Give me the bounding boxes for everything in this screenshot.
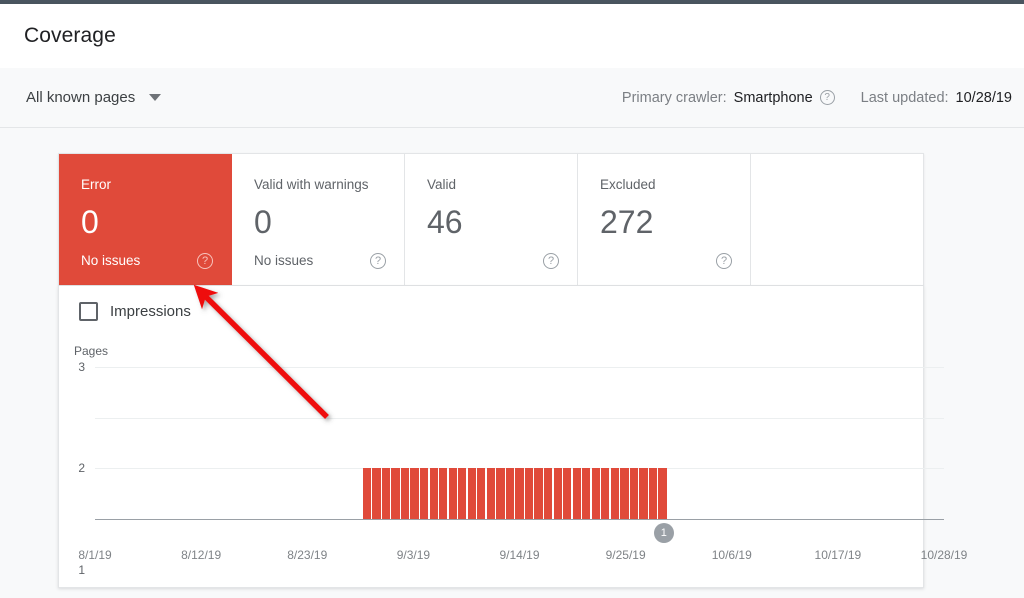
x-axis-tick-label: 8/23/19 xyxy=(287,548,328,562)
x-axis-tick-label: 10/17/19 xyxy=(814,548,862,562)
x-axis-ticks: 8/1/19 8/12/19 8/23/19 9/3/19 9/14/19 9/25/19… xyxy=(78,548,967,564)
chart-bar[interactable] xyxy=(420,468,429,519)
status-card-value: 272 xyxy=(600,203,654,240)
chart-bar[interactable] xyxy=(544,468,553,519)
chart-bar-series xyxy=(95,367,944,519)
chart-bar[interactable] xyxy=(620,468,629,519)
chart-bar[interactable] xyxy=(362,468,371,519)
chart-bar[interactable] xyxy=(458,468,467,519)
chart-plot-area: 0 1 2 3 xyxy=(78,360,944,577)
chart-bar[interactable] xyxy=(534,468,543,519)
chart-bar[interactable] xyxy=(524,468,534,519)
chart-bar[interactable] xyxy=(410,468,419,519)
status-card-label: Valid xyxy=(427,177,457,192)
toolbar-meta-group: Primary crawler: Smartphone ? Last updat… xyxy=(622,90,1012,106)
report-toolbar: All known pages Primary crawler: Smartph… xyxy=(0,68,1024,128)
last-updated-value: 10/28/19 xyxy=(955,89,1012,106)
help-circle-icon[interactable]: ? xyxy=(716,253,732,269)
status-card-label: Error xyxy=(81,177,111,192)
chart-bar[interactable] xyxy=(591,468,600,519)
chart-bar[interactable] xyxy=(400,468,410,519)
status-card-subtitle: No issues xyxy=(254,252,314,268)
chart-bar[interactable] xyxy=(563,468,572,519)
help-circle-icon[interactable]: ? xyxy=(543,253,559,269)
primary-crawler-label: Primary crawler: xyxy=(621,89,727,106)
chart-bar[interactable] xyxy=(448,468,457,519)
x-axis-tick-label: 9/3/19 xyxy=(396,548,431,562)
chart-bar[interactable] xyxy=(629,468,639,519)
chart-bar[interactable] xyxy=(505,468,515,519)
y-axis-tick-label: 3 xyxy=(78,360,85,374)
y-axis-title: Pages xyxy=(74,344,109,358)
status-card-label: Valid with warnings xyxy=(254,177,369,192)
page-title: Coverage xyxy=(24,24,116,47)
chart-bar[interactable] xyxy=(467,468,476,519)
chart-bar[interactable] xyxy=(601,468,610,519)
impressions-checkbox[interactable] xyxy=(79,302,98,321)
last-updated-label: Last updated: xyxy=(860,89,949,106)
status-card-value: 46 xyxy=(427,203,463,240)
help-circle-icon[interactable]: ? xyxy=(197,253,213,269)
chart-bar[interactable] xyxy=(610,468,619,519)
status-card-row: Error 0 No issues ? Valid with warnings … xyxy=(58,153,924,286)
chart-bar[interactable] xyxy=(439,468,448,519)
status-card-value: 0 xyxy=(254,203,272,240)
chart-bar[interactable] xyxy=(381,468,391,519)
chart-bar[interactable] xyxy=(477,468,486,519)
primary-crawler-value: Smartphone xyxy=(733,89,813,106)
scope-dropdown[interactable]: All known pages xyxy=(24,85,163,110)
chart-bar[interactable] xyxy=(648,468,658,519)
help-circle-icon[interactable]: ? xyxy=(819,90,835,105)
status-card-empty-slot xyxy=(751,154,923,285)
x-axis-tick-label: 8/1/19 xyxy=(78,548,112,562)
scope-dropdown-label: All known pages xyxy=(26,89,136,106)
chart-bar[interactable] xyxy=(572,468,581,519)
chart-bar[interactable] xyxy=(639,468,648,519)
chart-bar[interactable] xyxy=(553,468,562,519)
chart-bar[interactable] xyxy=(658,468,667,519)
chart-bar[interactable] xyxy=(496,468,505,519)
gridline: 0 xyxy=(95,519,944,520)
status-card-subtitle: No issues xyxy=(81,252,141,268)
chart-legend: Impressions xyxy=(59,286,923,321)
x-axis-tick-label: 10/6/19 xyxy=(711,548,752,562)
status-card-excluded[interactable]: Excluded 272 ? xyxy=(578,154,751,285)
chart-bar[interactable] xyxy=(372,468,381,519)
page-header: Coverage xyxy=(0,4,1024,68)
x-axis-tick-label: 10/28/19 xyxy=(920,548,968,562)
chart-bar[interactable] xyxy=(582,468,591,519)
impressions-label[interactable]: Impressions xyxy=(110,303,191,320)
chart-bar[interactable] xyxy=(486,468,495,519)
coverage-report-page: Coverage All known pages Primary crawler… xyxy=(0,0,1024,598)
status-card-error[interactable]: Error 0 No issues ? xyxy=(59,154,232,285)
last-updated-info: Last updated: 10/28/19 xyxy=(861,90,1012,106)
status-card-valid-with-warnings[interactable]: Valid with warnings 0 No issues ? xyxy=(232,154,405,285)
y-axis-tick-label: 2 xyxy=(78,461,85,476)
chevron-down-icon xyxy=(149,94,162,101)
status-card-valid[interactable]: Valid 46 ? xyxy=(405,154,578,285)
x-axis-tick-label: 8/12/19 xyxy=(181,548,222,562)
help-circle-icon[interactable]: ? xyxy=(370,253,386,269)
y-axis-tick-label: 1 xyxy=(78,562,85,577)
chart-bar[interactable] xyxy=(515,468,524,519)
x-axis-tick-label: 9/14/19 xyxy=(499,548,540,562)
chart-bar[interactable] xyxy=(391,468,400,519)
chart-annotation-badge[interactable]: 1 xyxy=(653,523,674,543)
x-axis-tick-label: 9/25/19 xyxy=(605,548,646,562)
status-card-label: Excluded xyxy=(600,177,656,192)
chart-bar[interactable] xyxy=(429,468,438,519)
primary-crawler-info: Primary crawler: Smartphone ? xyxy=(622,90,835,106)
status-card-value: 0 xyxy=(81,203,99,240)
